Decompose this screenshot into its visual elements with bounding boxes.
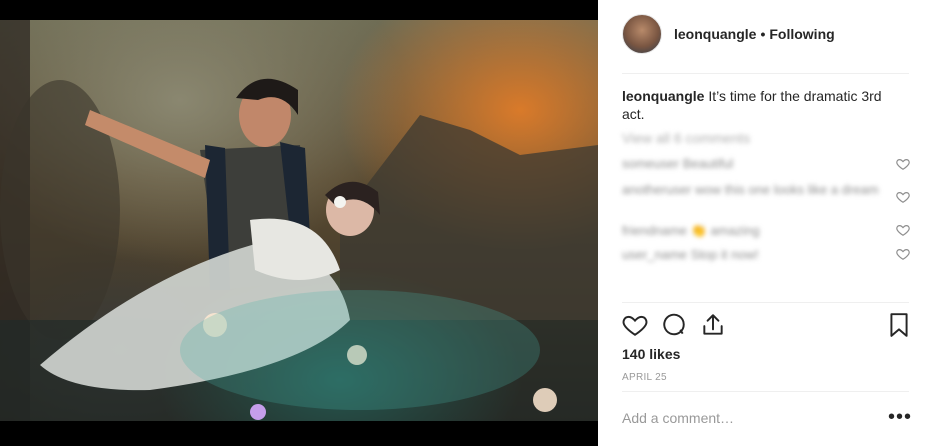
add-comment-input[interactable] bbox=[622, 406, 862, 430]
comment-like-heart-icon[interactable] bbox=[896, 190, 910, 204]
divider bbox=[622, 302, 909, 303]
likes-count[interactable]: 140 likes bbox=[622, 346, 680, 362]
divider bbox=[622, 73, 909, 74]
share-icon[interactable] bbox=[700, 312, 726, 338]
comment-item: friendname 👏 amazing bbox=[622, 223, 760, 238]
header-text: leonquangle • Following bbox=[674, 26, 835, 42]
comment-item: anotheruser wow this one looks like a dr… bbox=[622, 182, 879, 197]
post-header: leonquangle • Following bbox=[622, 14, 909, 54]
comment-item: someuser Beautiful bbox=[622, 156, 734, 171]
post-date[interactable]: APRIL 25 bbox=[622, 372, 667, 383]
header-separator: • bbox=[760, 26, 766, 42]
caption-username[interactable]: leonquangle bbox=[622, 88, 704, 104]
post-photo[interactable] bbox=[0, 20, 598, 421]
avatar[interactable] bbox=[622, 14, 662, 54]
follow-status-button[interactable]: Following bbox=[769, 26, 834, 42]
divider bbox=[622, 391, 909, 392]
comment-like-heart-icon[interactable] bbox=[896, 223, 910, 237]
bookmark-icon[interactable] bbox=[886, 312, 912, 338]
header-username[interactable]: leonquangle bbox=[674, 26, 756, 42]
comment-item: user_name Stop it now! bbox=[622, 247, 759, 262]
post-caption: leonquangle It’s time for the dramatic 3… bbox=[622, 87, 902, 123]
like-heart-icon[interactable] bbox=[622, 312, 648, 338]
view-all-comments-link[interactable]: View all 6 comments bbox=[622, 130, 750, 146]
comment-like-heart-icon[interactable] bbox=[896, 157, 910, 171]
post-detail-panel: leonquangle • Following leonquangle It’s t… bbox=[598, 0, 929, 446]
comment-bubble-icon[interactable] bbox=[661, 312, 687, 338]
comment-like-heart-icon[interactable] bbox=[896, 247, 910, 261]
action-bar bbox=[622, 312, 912, 340]
more-options-button[interactable]: ••• bbox=[888, 407, 912, 427]
stage-scene-illustration bbox=[0, 20, 598, 421]
